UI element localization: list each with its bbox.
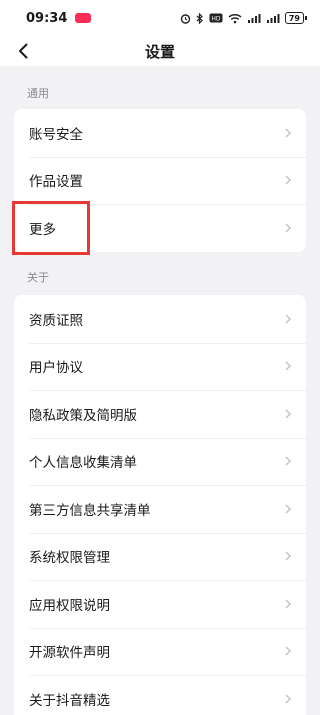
settings-item-label: 系统权限管理	[29, 550, 110, 567]
settings-item-app-permissions-info[interactable]: 应用权限说明	[14, 580, 306, 628]
status-time: 09:34	[26, 10, 68, 26]
chevron-right-icon	[284, 645, 292, 657]
settings-item-user-agreement[interactable]: 用户协议	[14, 342, 306, 391]
chevron-right-icon	[284, 408, 292, 420]
settings-item-label: 资质证照	[29, 312, 83, 329]
settings-item-label: 第三方信息共享清单	[29, 502, 151, 519]
settings-item-label: 关于抖音精选	[29, 692, 110, 709]
section-label-about: 关于	[27, 271, 49, 284]
status-left: 09:34	[26, 10, 92, 26]
settings-item-label: 作品设置	[29, 174, 83, 191]
settings-item-label: 个人信息收集清单	[29, 455, 137, 472]
settings-item-about-app[interactable]: 关于抖音精选	[14, 675, 306, 715]
chevron-right-icon	[284, 313, 292, 325]
settings-item-label: 开源软件声明	[29, 645, 110, 662]
settings-item-qualifications[interactable]: 资质证照	[14, 295, 306, 343]
status-bar: 09:34 HD 79	[0, 0, 320, 36]
wifi-icon	[228, 12, 242, 24]
settings-item-label: 用户协议	[29, 360, 83, 377]
settings-item-label: 隐私政策及简明版	[29, 407, 137, 424]
chevron-right-icon	[284, 127, 292, 139]
chevron-right-icon	[284, 455, 292, 467]
settings-item-system-permissions[interactable]: 系统权限管理	[14, 532, 306, 581]
chevron-right-icon	[284, 222, 292, 234]
chevron-right-icon	[284, 598, 292, 610]
chevron-right-icon	[284, 360, 292, 372]
settings-item-account-security[interactable]: 账号安全	[14, 109, 306, 157]
chevron-right-icon	[284, 503, 292, 515]
battery-icon: 79	[284, 12, 308, 24]
battery-level: 79	[288, 13, 300, 23]
back-arrow-icon	[19, 43, 28, 59]
settings-item-works-settings[interactable]: 作品设置	[14, 156, 306, 205]
settings-item-third-party-sharing[interactable]: 第三方信息共享清单	[14, 485, 306, 533]
page-title: 设置	[144, 42, 175, 61]
signal-icon	[247, 12, 261, 24]
highlight-annotation-box	[12, 201, 90, 255]
app-notification-icon	[75, 13, 92, 23]
chevron-right-icon	[284, 550, 292, 562]
hd-icon: HD	[209, 12, 223, 24]
alarm-icon	[180, 12, 191, 24]
back-button[interactable]	[12, 38, 34, 64]
status-right: HD 79	[180, 12, 308, 24]
bluetooth-icon	[196, 12, 204, 24]
navigation-bar: 设置	[0, 36, 320, 66]
settings-item-privacy-policy[interactable]: 隐私政策及简明版	[14, 390, 306, 438]
svg-text:HD: HD	[211, 16, 221, 23]
chevron-right-icon	[284, 693, 292, 705]
settings-item-label: 账号安全	[29, 126, 83, 143]
section-label-general: 通用	[27, 87, 49, 100]
settings-item-personal-info-list[interactable]: 个人信息收集清单	[14, 437, 306, 486]
signal-icon	[266, 12, 280, 24]
chevron-right-icon	[284, 174, 292, 186]
settings-card-about: 资质证照 用户协议 隐私政策及简明版 个人信息收集清单 第三方信息共享清单 系统…	[14, 295, 306, 715]
settings-item-label: 应用权限说明	[29, 597, 110, 614]
settings-item-open-source[interactable]: 开源软件声明	[14, 627, 306, 676]
